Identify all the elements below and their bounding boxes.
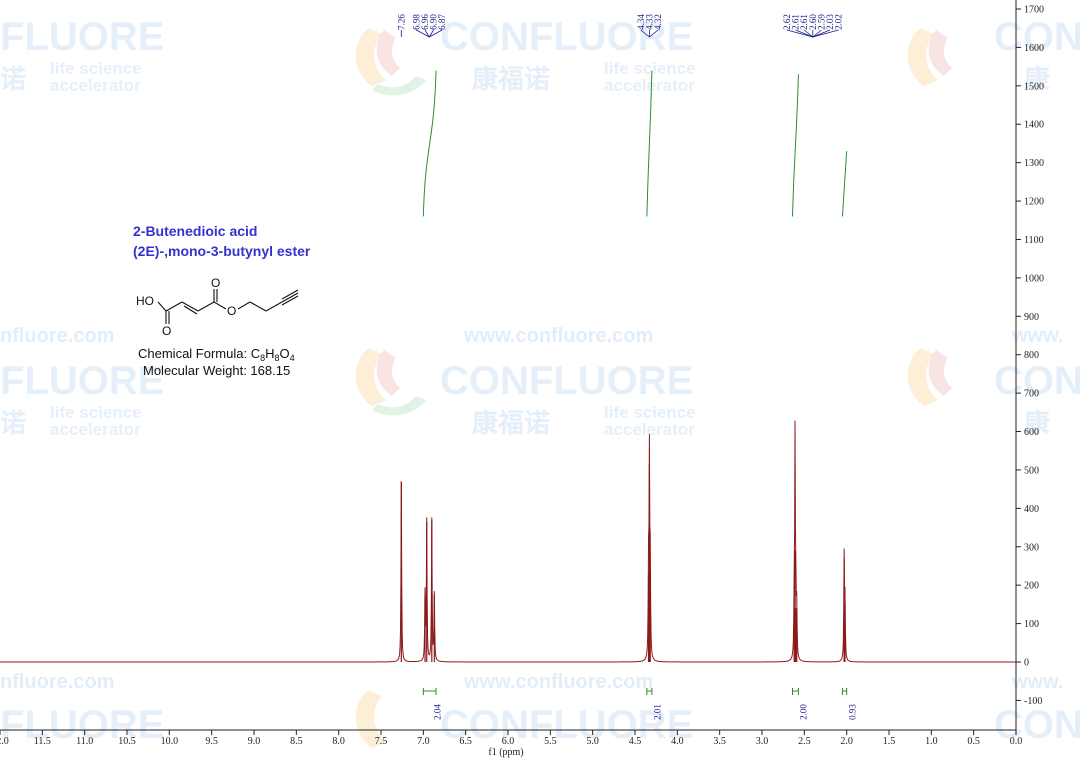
y-tick-label: 100 <box>1024 619 1039 630</box>
watermark-brand: FLUORE <box>0 359 164 403</box>
x-tick-label: 9.5 <box>205 736 218 747</box>
integral-bracket <box>841 688 848 695</box>
y-tick-label: 1000 <box>1024 273 1044 284</box>
x-tick-label: 10.5 <box>118 736 136 747</box>
x-tick-label: 1.5 <box>883 736 896 747</box>
x-tick-label: 11.5 <box>34 736 51 747</box>
watermark-url: www.confluore.com <box>463 325 653 347</box>
x-tick-label: 2.0 <box>840 736 853 747</box>
watermark-logo <box>355 348 426 416</box>
watermark-brand: FLUORE <box>0 15 164 59</box>
y-tick-label: 1200 <box>1024 197 1044 208</box>
watermark-line2: accelerator <box>604 76 695 95</box>
y-tick-label: 600 <box>1024 427 1039 438</box>
compound-name-line2: (2E)-,mono-3-butynyl ester <box>133 243 311 259</box>
watermark-cn: 康福诺 <box>472 64 550 95</box>
nmr-spectrum-chart: FLUORE 诺 life science accelerator CONFLU… <box>0 0 1083 758</box>
x-tick-label: 2.5 <box>798 736 811 747</box>
y-tick-label: 1700 <box>1024 5 1044 16</box>
integral-value: 2.01 <box>652 704 662 720</box>
chemical-formula: Chemical Formula: C8H8O4 <box>138 346 295 363</box>
watermark-url: nfluore.com <box>0 325 114 347</box>
atom-o1: O <box>162 324 171 338</box>
x-tick-label: 8.0 <box>332 736 345 747</box>
y-tick-label: -100 <box>1024 696 1042 707</box>
integral-curve <box>791 74 799 217</box>
y-tick-label: 400 <box>1024 504 1039 515</box>
y-tick-label: 300 <box>1024 542 1039 553</box>
y-tick-label: 500 <box>1024 465 1039 476</box>
watermark-url: www. <box>1011 325 1063 347</box>
integral-bracket <box>422 688 437 695</box>
peak-label: 2.02 <box>834 14 844 30</box>
y-tick-label: 800 <box>1024 350 1039 361</box>
x-tick-label: 7.5 <box>375 736 388 747</box>
x-tick-label: 5.0 <box>586 736 599 747</box>
y-tick-label: 900 <box>1024 312 1039 323</box>
atom-o2: O <box>211 276 220 290</box>
x-tick-label: 6.0 <box>502 736 515 747</box>
y-tick-label: 1100 <box>1024 235 1044 246</box>
y-tick-label: 700 <box>1024 389 1039 400</box>
x-tick-label: 8.5 <box>290 736 303 747</box>
x-tick-label: 0.5 <box>967 736 980 747</box>
x-tick-label: 6.5 <box>459 736 472 747</box>
peak-label-connector <box>795 29 813 38</box>
y-tick-label: 0 <box>1024 658 1029 669</box>
watermark-cn: 诺 <box>0 65 26 95</box>
watermark-line2: accelerator <box>50 420 141 439</box>
watermark-cn: 康福诺 <box>472 408 550 439</box>
y-tick-label: 1300 <box>1024 158 1044 169</box>
watermark-logo <box>907 348 952 406</box>
x-tick-label: 9.0 <box>248 736 261 747</box>
watermark-url: www.confluore.com <box>463 671 653 693</box>
integral-curve <box>422 70 437 217</box>
integral-curve <box>841 151 848 217</box>
x-tick-label: 0.0 <box>1010 736 1023 747</box>
watermark-line2: accelerator <box>50 76 141 95</box>
watermark-brand: CON <box>994 703 1083 747</box>
x-axis-label: f1 (ppm) <box>488 747 523 758</box>
integral-bracket <box>791 688 799 695</box>
x-tick-label: 3.5 <box>713 736 726 747</box>
x-tick-label: 10.0 <box>161 736 179 747</box>
peak-label: 4.32 <box>653 14 663 30</box>
x-tick-label: 12.0 <box>0 736 9 747</box>
integral-value: 0.93 <box>848 704 858 720</box>
atom-ho: HO <box>136 294 154 308</box>
compound-name-line1: 2-Butenedioic acid <box>133 223 257 239</box>
x-tick-label: 4.0 <box>671 736 684 747</box>
spectrum-trace <box>0 420 1016 663</box>
spectrum-layer <box>0 420 1016 663</box>
y-tick-label: 200 <box>1024 581 1039 592</box>
x-tick-label: 3.0 <box>756 736 769 747</box>
peak-label: 7.26 <box>396 14 406 30</box>
watermark-url: nfluore.com <box>0 671 114 693</box>
x-tick-label: 11.0 <box>76 736 93 747</box>
x-tick-label: 4.5 <box>629 736 642 747</box>
molecular-weight: Molecular Weight: 168.15 <box>143 363 290 378</box>
x-tick-label: 5.5 <box>544 736 557 747</box>
x-tick-label: 1.0 <box>925 736 938 747</box>
peak-label: 6.87 <box>437 14 447 30</box>
y-tick-label: 1600 <box>1024 43 1044 54</box>
integral-value: 2.00 <box>798 704 808 720</box>
watermark-brand: CONFLUORE <box>440 359 693 403</box>
y-tick-label: 1400 <box>1024 120 1044 131</box>
watermark-logo <box>907 28 952 86</box>
watermark-cn: 诺 <box>0 409 26 439</box>
integral-value: 2.04 <box>433 704 443 720</box>
watermark-logo <box>355 28 426 96</box>
watermark-layer: FLUORE 诺 life science accelerator CONFLU… <box>0 15 1083 748</box>
y-tick-label: 1500 <box>1024 81 1044 92</box>
watermark-url: www. <box>1011 671 1063 693</box>
x-tick-label: 7.0 <box>417 736 430 747</box>
atom-o3: O <box>227 304 236 318</box>
